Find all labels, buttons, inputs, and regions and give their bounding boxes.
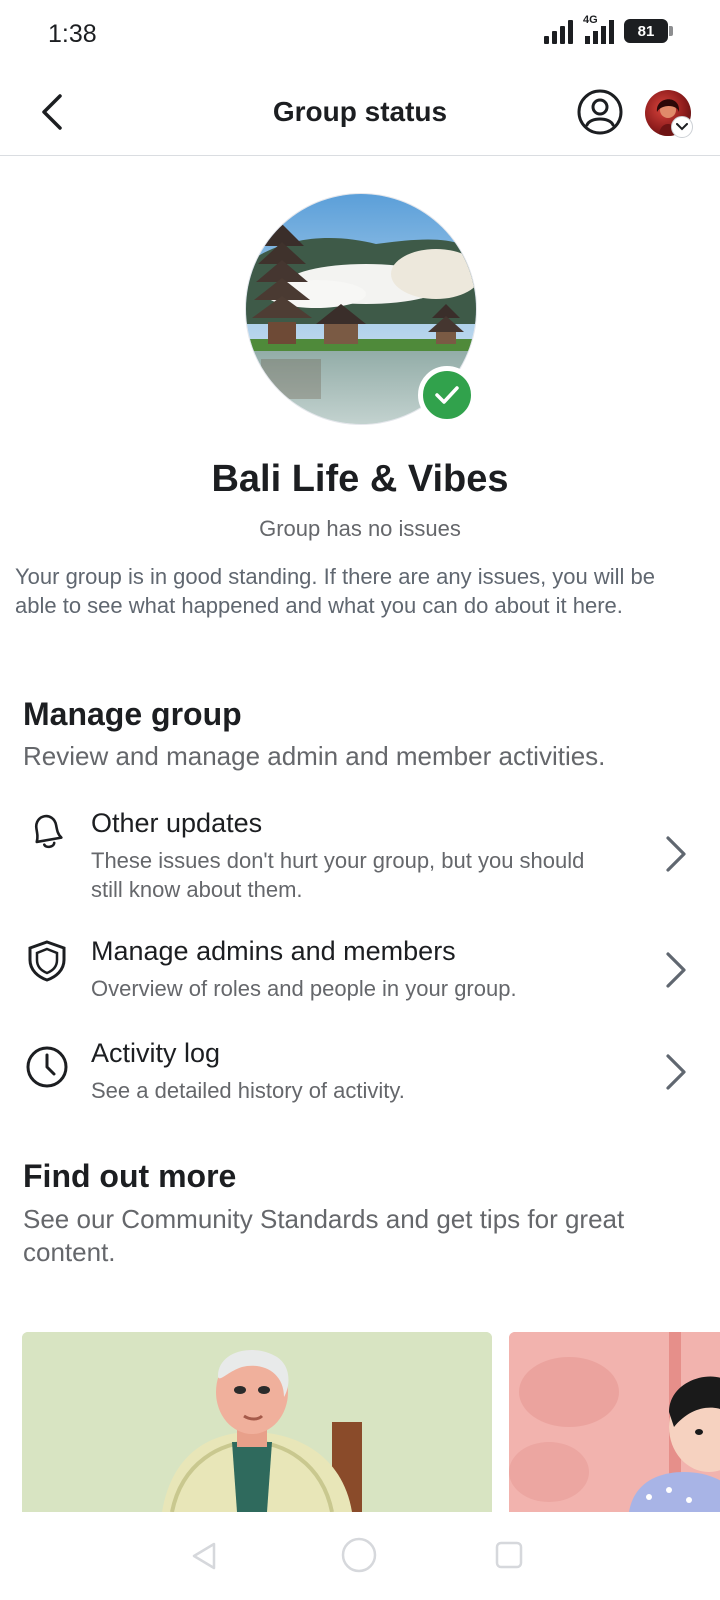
other-updates-item[interactable]: Other updates These issues don't hurt yo… [0, 800, 720, 910]
battery-level: 81 [637, 22, 655, 40]
shield-icon [28, 940, 66, 982]
other-updates-title: Other updates [91, 808, 263, 838]
manage-group-heading: Manage group [23, 696, 242, 732]
other-updates-description: These issues don't hurt your group, but … [91, 848, 585, 902]
group-name: Bali Life & Vibes [211, 458, 509, 500]
community-standards-card[interactable] [22, 1332, 492, 1512]
network-type-label: 4G [583, 14, 598, 26]
manage-admins-members-title: Manage admins and members [91, 936, 456, 966]
profile-button[interactable] [576, 88, 624, 136]
status-indicators: 4G 81 [544, 14, 673, 44]
manage-admins-members-item[interactable]: Manage admins and members Overview of ro… [0, 932, 720, 1022]
nav-recent-apps-icon[interactable] [494, 1540, 524, 1570]
verified-check-badge [418, 366, 476, 424]
manage-group-subtitle: Review and manage admin and member activ… [23, 741, 606, 771]
activity-log-item[interactable]: Activity log See a detailed history of a… [0, 1034, 720, 1124]
clock-icon [26, 1046, 68, 1088]
network-signal-icon: 4G [583, 14, 614, 44]
content-tips-card[interactable] [509, 1332, 720, 1512]
checkmark-icon [435, 386, 459, 404]
status-time: 1:38 [48, 20, 97, 48]
nav-back-icon[interactable] [188, 1540, 220, 1572]
find-out-more-heading: Find out more [23, 1158, 237, 1194]
group-status-text: Group has no issues [259, 516, 461, 541]
chevron-down-icon [676, 123, 688, 131]
status-bar: 1:38 4G 81 [0, 0, 720, 70]
tips-carousel[interactable] [22, 1332, 720, 1512]
account-switch-button[interactable] [671, 116, 693, 138]
activity-log-title: Activity log [91, 1038, 221, 1068]
nav-home-icon[interactable] [340, 1536, 378, 1574]
battery-icon: 81 [624, 19, 673, 43]
system-navigation-bar [0, 1512, 720, 1600]
activity-log-description: See a detailed history of activity. [91, 1078, 405, 1103]
manage-admins-members-description: Overview of roles and people in your gro… [91, 976, 517, 1001]
chevron-right-icon [666, 1054, 686, 1090]
woman-illustration [509, 1332, 720, 1512]
group-standing-description: Your group is in good standing. If there… [15, 564, 656, 618]
bell-icon [34, 814, 63, 849]
chevron-right-icon [666, 952, 686, 988]
app-header: Group status [0, 72, 720, 156]
profile-icon [577, 89, 623, 135]
chevron-right-icon [666, 836, 686, 872]
signal-icon [544, 18, 573, 44]
find-out-more-subtitle: See our Community Standards and get tips… [23, 1204, 625, 1267]
elderly-man-illustration [22, 1332, 492, 1512]
